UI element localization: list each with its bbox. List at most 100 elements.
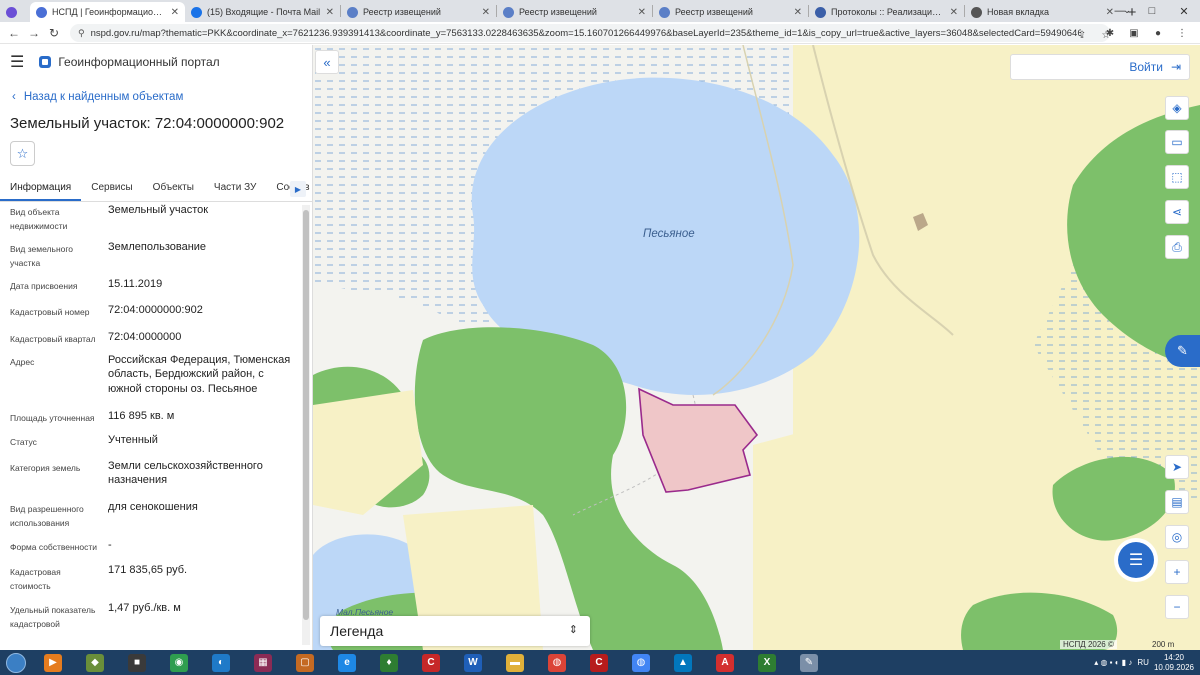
tab-close-icon[interactable]: ✕ [638, 7, 646, 18]
browser-tab[interactable]: Реестр извещений ✕ [497, 2, 652, 22]
taskbar-media-player[interactable]: ▶ [34, 651, 72, 674]
app-icon-19: ✎ [800, 653, 818, 672]
minimap-button[interactable]: ▤ [1165, 490, 1189, 514]
taskbar-word[interactable]: W [454, 651, 492, 674]
taskbar-chrome-2[interactable]: ◍ [622, 651, 660, 674]
spreadsheet-icon: X [758, 653, 776, 672]
browser-tab[interactable]: Реестр извещений ✕ [341, 2, 496, 22]
tab-close-icon[interactable]: ✕ [794, 7, 802, 18]
browser-tab[interactable]: (15) Входящие - Почта Mail ✕ [185, 2, 340, 22]
attribute-value: 1,47 руб./кв. м [108, 602, 181, 614]
window-controls: — □ ✕ [1104, 0, 1200, 22]
map-canvas[interactable] [313, 45, 1200, 650]
parcel-title: Земельный участок: 72:04:0000000:902 [10, 115, 285, 132]
sidebar-scroll-thumb[interactable] [303, 210, 309, 620]
browser-menu-dots-icon[interactable]: ⋮ [1174, 24, 1190, 42]
close-window-button[interactable]: ✕ [1168, 0, 1200, 22]
tab-favicon-icon [36, 6, 47, 18]
taskbar-excel[interactable]: X [748, 651, 786, 674]
taskbar-app-3[interactable]: ■ [118, 651, 156, 674]
tab-parts[interactable]: Части ЗУ [204, 179, 266, 201]
attribute-label: Вид земельного участка [10, 244, 74, 268]
tab-objects[interactable]: Объекты [143, 179, 204, 201]
address-bar[interactable]: ⚲ nspd.gov.ru/map?thematic=PKK&coordinat… [70, 24, 1110, 42]
folder-icon: ▬ [506, 653, 524, 672]
favorite-star-button[interactable]: ☆ [10, 141, 35, 166]
taskbar-app-14[interactable]: C [580, 651, 618, 674]
attribute-label: Дата присвоения [10, 281, 78, 291]
browser-tab[interactable]: Новая вкладка ✕ [965, 2, 1120, 22]
taskbar-app-10[interactable]: C [412, 651, 450, 674]
tab-services[interactable]: Сервисы [81, 179, 142, 201]
clock-date: 10.09.2026 [1153, 662, 1194, 672]
tab-search-button[interactable] [0, 2, 30, 22]
attribute-value: Российская Федерация, Тюменская область,… [108, 354, 291, 395]
back-arrow-icon[interactable]: ← [4, 23, 24, 43]
language-indicator[interactable]: RU [1137, 658, 1149, 667]
start-button[interactable] [0, 650, 32, 675]
map-view[interactable]: Песьяное Мал.Песьяное [313, 45, 1200, 650]
zoom-in-button[interactable]: + [1165, 560, 1189, 584]
select-area-button[interactable]: ⬚ [1165, 165, 1189, 189]
tab-title: Реестр извещений [675, 7, 753, 17]
attribute-value: 72:04:0000000:902 [108, 304, 203, 316]
maximize-button[interactable]: □ [1136, 0, 1168, 22]
navigation-arrow-icon: ➤ [1171, 460, 1183, 474]
search-place-button[interactable]: ◎ [1165, 525, 1189, 549]
collapse-sidebar-button[interactable]: « [315, 50, 339, 74]
tab-title: Протоколы :: Реализация госи [831, 7, 946, 17]
measure-button[interactable]: ▭ [1165, 130, 1189, 154]
layers-button[interactable]: ◈ [1165, 96, 1189, 120]
taskbar-app-2[interactable]: ◆ [76, 651, 114, 674]
tab-title: Реестр извещений [363, 7, 441, 17]
login-button[interactable]: Войти ⇥ [1010, 54, 1190, 80]
browser-tab[interactable]: НСПД | Геоинформационный п ✕ [30, 2, 185, 22]
taskbar-app-16[interactable]: ▲ [664, 651, 702, 674]
tab-close-icon[interactable]: ✕ [482, 7, 490, 18]
taskbar-app-19[interactable]: ✎ [790, 651, 828, 674]
taskbar-app-5[interactable]: ◐ [202, 651, 240, 674]
share-button[interactable]: ⋖ [1165, 200, 1189, 224]
taskbar-ie[interactable]: e [328, 651, 366, 674]
tab-information[interactable]: Информация [0, 179, 82, 201]
tray-icons[interactable]: ▴ ◍ ▪ ◐ ▮ ♪ [1094, 658, 1132, 667]
menu-burger-icon[interactable]: ☰ [10, 52, 24, 72]
tab-close-icon[interactable]: ✕ [171, 7, 179, 18]
lake-label: Песьяное [643, 228, 695, 240]
taskbar-app-7[interactable]: ▢ [286, 651, 324, 674]
minus-icon: − [1173, 600, 1181, 614]
geolocate-button[interactable]: ➤ [1165, 455, 1189, 479]
reload-icon[interactable]: ↻ [44, 23, 64, 43]
share-page-icon[interactable]: ⇪ [1074, 26, 1090, 44]
chat-button[interactable]: ☰ [1118, 542, 1154, 578]
browser-tab[interactable]: Реестр извещений ✕ [653, 2, 808, 22]
profile-icon[interactable]: ● [1150, 24, 1166, 42]
tab-title: (15) Входящие - Почта Mail [207, 7, 321, 17]
browser-tab[interactable]: Протоколы :: Реализация госи ✕ [809, 2, 964, 22]
feedback-tab-button[interactable]: ✎ [1165, 335, 1200, 367]
taskbar-shield[interactable]: ♦ [370, 651, 408, 674]
tab-close-icon[interactable]: ✕ [950, 7, 958, 18]
tab-close-icon[interactable]: ✕ [326, 7, 334, 18]
zoom-out-button[interactable]: − [1165, 595, 1189, 619]
clock[interactable]: 14:20 10.09.2026 [1154, 653, 1194, 673]
sidepanel-icon[interactable]: ▣ [1126, 24, 1142, 42]
site-info-icon[interactable]: ⚲ [78, 28, 85, 39]
taskbar-chrome[interactable]: ◍ [538, 651, 576, 674]
forward-arrow-icon[interactable]: → [24, 23, 44, 43]
legend-selector[interactable]: Легенда ⇕ [320, 616, 590, 646]
taskbar-acrobat[interactable]: A [706, 651, 744, 674]
system-tray: ▴ ◍ ▪ ◐ ▮ ♪ RU 14:20 10.09.2026 [1094, 650, 1194, 675]
legend-label: Легенда [330, 623, 384, 639]
minimize-button[interactable]: — [1104, 0, 1136, 22]
print-button[interactable]: ⎙ [1165, 235, 1189, 259]
extensions-icon[interactable]: ✱ [1102, 24, 1118, 42]
select-area-icon: ⬚ [1171, 170, 1183, 184]
taskbar-app-4[interactable]: ◉ [160, 651, 198, 674]
taskbar-explorer[interactable]: ▬ [496, 651, 534, 674]
tabs-scroll-right-icon[interactable]: ▶ [290, 181, 306, 197]
taskbar-winrar[interactable]: ▦ [244, 651, 282, 674]
attribute-label: Кадастровый квартал [10, 334, 96, 344]
minimap-icon: ▤ [1171, 495, 1183, 509]
back-to-results-link[interactable]: ‹ Назад к найденным объектам [12, 91, 183, 103]
